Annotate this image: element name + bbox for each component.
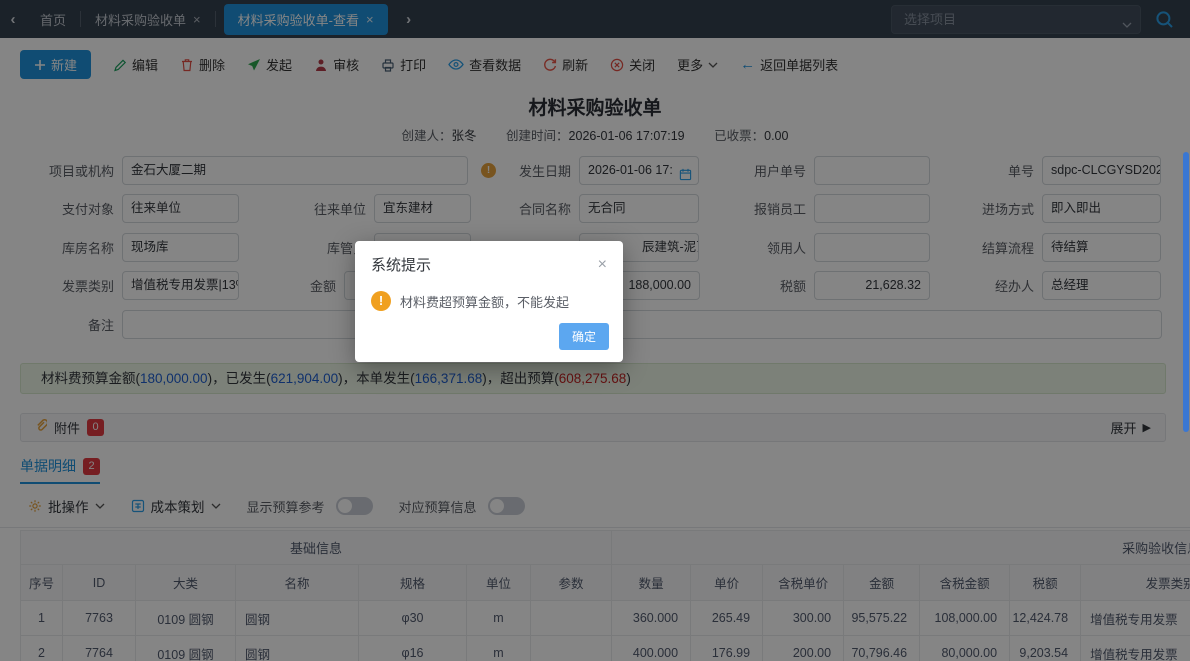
app-window: ‹ 首页 材料采购验收单 × 材料采购验收单-查看 × › 新建 bbox=[0, 0, 1190, 661]
dialog-header: 系统提示 × bbox=[355, 241, 623, 277]
system-prompt-dialog: 系统提示 × ! 材料费超预算金额，不能发起 确定 bbox=[355, 241, 623, 362]
confirm-button[interactable]: 确定 bbox=[558, 323, 609, 350]
dialog-message: 材料费超预算金额，不能发起 bbox=[400, 294, 570, 310]
dialog-footer: 确定 bbox=[558, 323, 609, 350]
dialog-close-icon[interactable]: × bbox=[598, 256, 607, 273]
warning-icon: ! bbox=[371, 291, 391, 311]
scrollbar[interactable] bbox=[1183, 152, 1189, 432]
dialog-title: 系统提示 bbox=[371, 257, 432, 274]
dialog-body: ! 材料费超预算金额，不能发起 bbox=[355, 277, 623, 311]
